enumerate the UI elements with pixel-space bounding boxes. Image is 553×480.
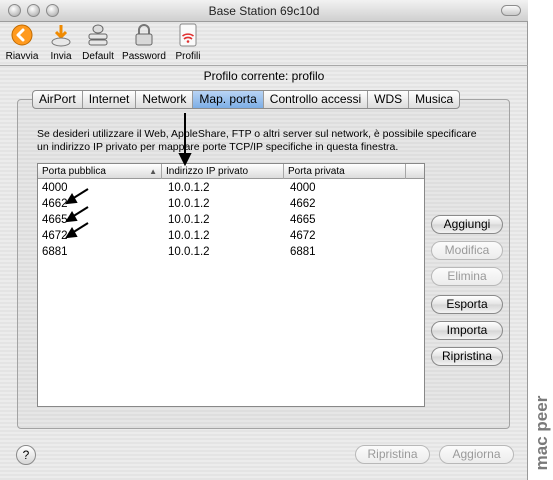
window-title: Base Station 69c10d	[208, 4, 320, 18]
toolbar-toggle-button[interactable]	[501, 5, 521, 16]
table-row[interactable]: 4662 10.0.1.2 4662	[38, 196, 424, 212]
upload-icon	[51, 25, 71, 47]
tab-internet[interactable]: Internet	[83, 91, 137, 108]
cell-public-port: 4662	[42, 198, 68, 210]
toolbar-divider	[0, 65, 528, 66]
add-button[interactable]: Aggiungi	[431, 215, 503, 234]
cell-public-port: 4000	[42, 182, 68, 194]
column-header-private-ip[interactable]: Indirizzo IP privato	[162, 164, 284, 179]
toolbar-upload-button[interactable]: Invia	[46, 23, 76, 62]
tab-wds[interactable]: WDS	[368, 91, 410, 108]
tab-access-control[interactable]: Controllo accessi	[264, 91, 369, 108]
table-row[interactable]: 6881 10.0.1.2 6881	[38, 244, 424, 260]
restart-icon	[11, 24, 33, 46]
cell-private-port: 4672	[290, 230, 316, 242]
cell-private-ip: 10.0.1.2	[168, 246, 210, 258]
table-row[interactable]: 4000 10.0.1.2 4000	[38, 180, 424, 196]
port-mapping-description: Se desideri utilizzare il Web, AppleShar…	[37, 128, 477, 153]
cell-public-port: 6881	[42, 246, 68, 258]
toolbar: Riavvia Invia Default Password Profili	[0, 23, 528, 65]
help-button[interactable]: ?	[16, 445, 36, 465]
sort-ascending-icon: ▲	[149, 167, 157, 176]
current-profile-label: Profilo corrente: profilo	[203, 69, 325, 83]
import-button[interactable]: Importa	[431, 321, 503, 340]
edit-button[interactable]: Modifica	[431, 241, 503, 260]
cell-public-port: 4672	[42, 230, 68, 242]
toolbar-restart-button[interactable]: Riavvia	[4, 23, 40, 62]
revert-button[interactable]: Ripristina	[355, 445, 430, 464]
cell-private-ip: 10.0.1.2	[168, 198, 210, 210]
toolbar-default-label: Default	[82, 51, 114, 62]
cell-private-port: 4665	[290, 214, 316, 226]
tab-bar: AirPort Internet Network Map. porta Cont…	[32, 90, 461, 109]
export-button[interactable]: Esporta	[431, 295, 503, 314]
cell-public-port: 4665	[42, 214, 68, 226]
cell-private-ip: 10.0.1.2	[168, 214, 210, 226]
toolbar-password-label: Password	[122, 51, 166, 62]
cell-private-port: 4662	[290, 198, 316, 210]
wireless-profiles-icon	[179, 23, 197, 47]
tab-airport[interactable]: AirPort	[33, 91, 83, 108]
cell-private-ip: 10.0.1.2	[168, 182, 210, 194]
watermark-text: mac peer	[532, 395, 551, 470]
column-header-spacer	[406, 164, 424, 179]
tab-music[interactable]: Musica	[409, 91, 459, 108]
restore-list-button[interactable]: Ripristina	[431, 347, 503, 366]
toolbar-password-button[interactable]: Password	[120, 23, 168, 62]
watermark: mac peer	[531, 385, 553, 480]
column-header-private-port[interactable]: Porta privata	[284, 164, 406, 179]
tab-port-mapping[interactable]: Map. porta	[193, 91, 264, 108]
default-icon	[88, 24, 108, 46]
lock-icon	[135, 24, 153, 46]
update-button[interactable]: Aggiorna	[439, 445, 514, 464]
table-row[interactable]: 4672 10.0.1.2 4672	[38, 228, 424, 244]
toolbar-restart-label: Riavvia	[5, 51, 39, 62]
app-window: Base Station 69c10d Riavvia Invia Defaul…	[0, 0, 528, 480]
cell-private-ip: 10.0.1.2	[168, 230, 210, 242]
title-bar: Base Station 69c10d	[0, 0, 528, 22]
table-header: Porta pubblica ▲ Indirizzo IP privato Po…	[38, 164, 424, 179]
toolbar-upload-label: Invia	[50, 51, 72, 62]
toolbar-profiles-label: Profili	[175, 51, 201, 62]
cell-private-port: 4000	[290, 182, 316, 194]
table-row[interactable]: 4665 10.0.1.2 4665	[38, 212, 424, 228]
cell-private-port: 6881	[290, 246, 316, 258]
toolbar-profiles-button[interactable]: Profili	[170, 23, 206, 62]
column-header-public-port[interactable]: Porta pubblica ▲	[38, 164, 162, 179]
tab-network[interactable]: Network	[136, 91, 194, 108]
delete-button[interactable]: Elimina	[431, 267, 503, 286]
toolbar-default-button[interactable]: Default	[80, 23, 116, 62]
column-header-public-port-label: Porta pubblica	[42, 166, 106, 177]
port-mapping-table: Porta pubblica ▲ Indirizzo IP privato Po…	[37, 163, 425, 407]
